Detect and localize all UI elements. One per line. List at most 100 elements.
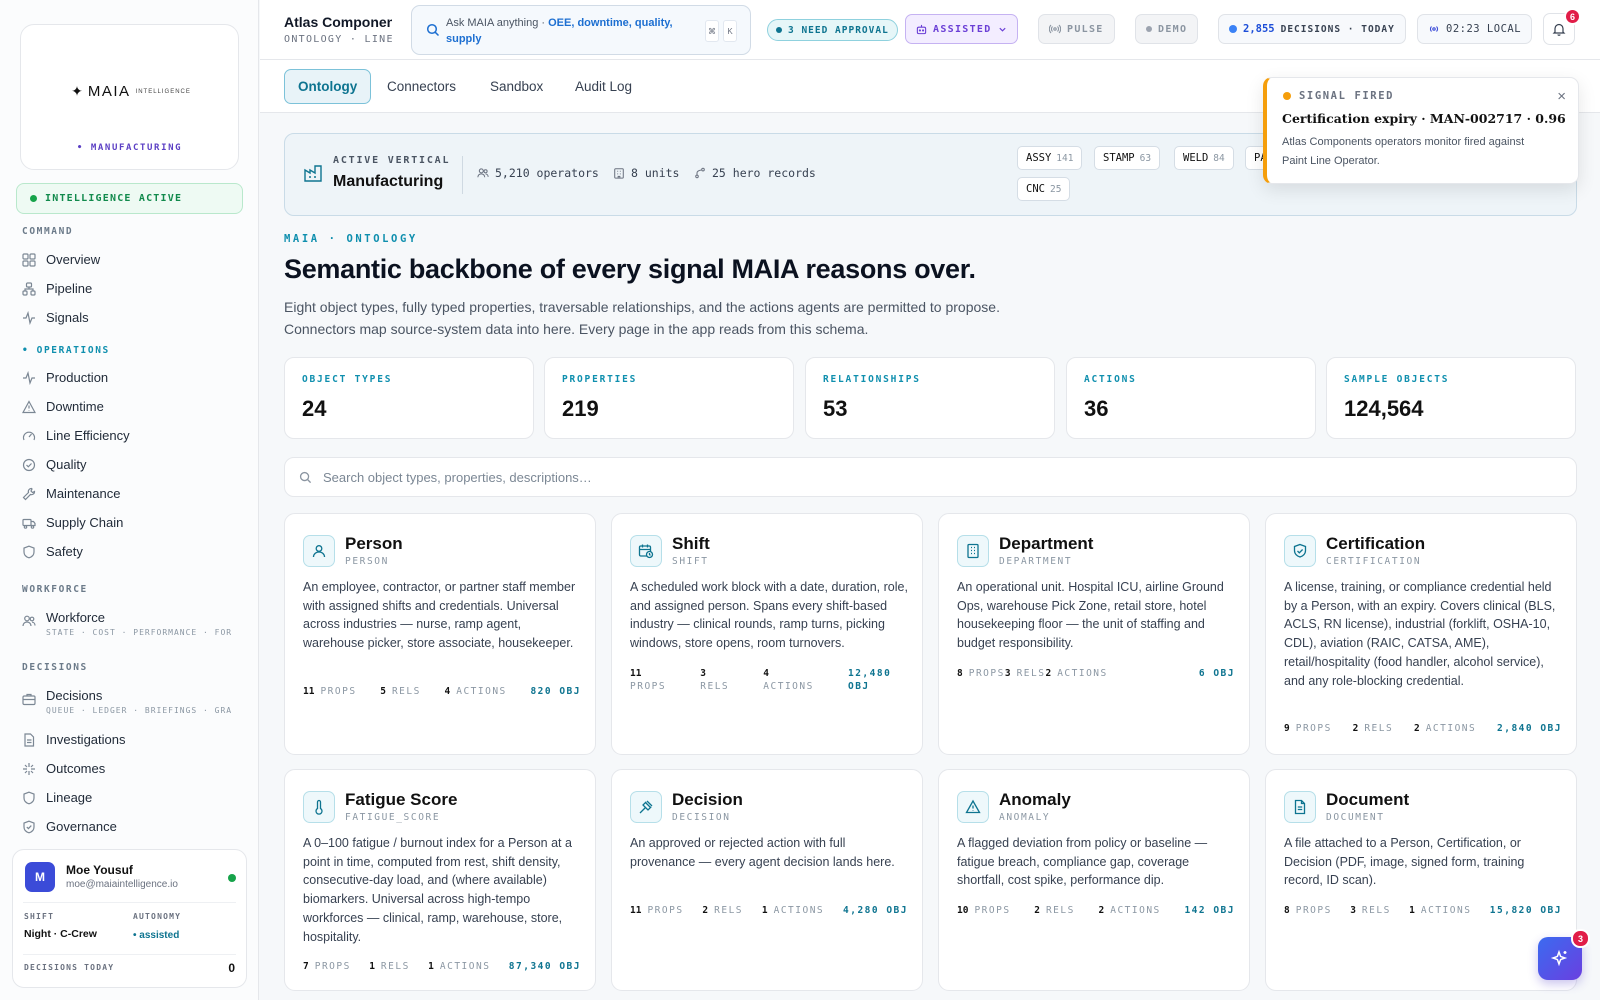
object-card-decision[interactable]: Decision DECISION An approved or rejecte… <box>611 769 923 991</box>
brand-card[interactable]: ✦ MAIA INTELLIGENCE • MANUFACTURING <box>20 24 239 170</box>
unit-chip-weld[interactable]: WELD 84 <box>1174 146 1234 170</box>
demo-toggle[interactable]: DEMO <box>1135 14 1199 44</box>
unit-chip-assy[interactable]: ASSY 141 <box>1017 146 1083 170</box>
ontology-search-input[interactable] <box>323 466 1523 488</box>
status-dot-icon <box>1283 92 1291 100</box>
rels-count: 3 RELS <box>700 668 730 692</box>
sidebar-item-downtime[interactable]: Downtime <box>22 399 240 414</box>
signal-fired-toast[interactable]: SIGNAL FIRED Certification expiry · MAN-… <box>1263 77 1579 184</box>
stat-value: 53 <box>823 396 848 421</box>
assistant-count-badge: 3 <box>1571 929 1590 948</box>
object-card-shift[interactable]: Shift SHIFT A scheduled work block with … <box>611 513 923 755</box>
card-description: A scheduled work block with a date, dura… <box>630 580 908 651</box>
local-clock: 02:23 LOCAL <box>1417 14 1533 44</box>
actions-count: 4 ACTIONS <box>763 668 814 692</box>
tab-sandbox[interactable]: Sandbox <box>477 69 556 104</box>
props-count: 8 PROPS <box>957 668 1005 679</box>
object-card-anomaly[interactable]: Anomaly ANOMALY A flagged deviation from… <box>938 769 1250 991</box>
sidebar-item-decisions[interactable]: Decisions QUEUE · LEDGER · BRIEFINGS · G… <box>22 688 240 715</box>
clock-label: 02:23 LOCAL <box>1446 23 1522 35</box>
sidebar-item-label: Workforce <box>46 610 105 625</box>
card-code: FATIGUE_SCORE <box>345 812 441 823</box>
object-card-department[interactable]: Department DEPARTMENT An operational uni… <box>938 513 1250 755</box>
unit-chip-count: 141 <box>1056 152 1074 164</box>
sidebar-item-line-efficiency[interactable]: Line Efficiency <box>22 428 240 443</box>
object-card-document[interactable]: Document DOCUMENT A file attached to a P… <box>1265 769 1577 991</box>
sidebar-item-maintenance[interactable]: Maintenance <box>22 486 240 501</box>
decisions-today-counter[interactable]: 2,855 DECISIONS · TODAY <box>1218 14 1406 44</box>
sidebar-item-investigations[interactable]: Investigations <box>22 732 240 747</box>
objects-count: 142 OBJ <box>1184 905 1235 916</box>
status-dot-icon <box>776 27 782 33</box>
card-description: An employee, contractor, or partner staf… <box>303 580 576 651</box>
project-title: Atlas Components <box>284 14 392 30</box>
toast-title: Certification expiry · MAN-002717 · 0.96 <box>1282 111 1566 126</box>
object-card-person[interactable]: Person PERSON An employee, contractor, o… <box>284 513 596 755</box>
card-icon-box <box>303 791 335 823</box>
notifications-button[interactable]: 6 <box>1543 8 1581 45</box>
unit-chip-cnc[interactable]: CNC 25 <box>1017 177 1071 201</box>
props-count: 10 PROPS <box>957 905 1011 916</box>
sparkle-icon <box>1550 949 1568 966</box>
hero-records-stat: 25 hero records <box>694 166 816 180</box>
section-decisions: DECISIONS <box>22 662 88 673</box>
user-icon <box>312 545 326 558</box>
sidebar-item-production[interactable]: Production <box>22 370 240 385</box>
card-code: ANOMALY <box>999 812 1051 823</box>
hero-records-value: 25 hero records <box>712 166 816 180</box>
section-workforce: WORKFORCE <box>22 584 88 595</box>
actions-count: 1 ACTIONS <box>761 905 825 916</box>
sidebar-item-workforce[interactable]: Workforce STATE · COST · PERFORMANCE · F… <box>22 610 240 637</box>
sidebar-item-safety[interactable]: Safety <box>22 544 240 559</box>
kbd-k: K <box>723 20 737 42</box>
sidebar-item-outcomes[interactable]: Outcomes <box>22 761 240 776</box>
actions-count: 2 ACTIONS <box>1098 905 1161 916</box>
assistant-button[interactable]: 3 <box>1538 929 1590 980</box>
unit-chip-code: STAMP <box>1103 152 1135 164</box>
object-card-certification[interactable]: Certification CERTIFICATION A license, t… <box>1265 513 1577 755</box>
broadcast-icon <box>1049 24 1061 34</box>
object-card-fatigue-score[interactable]: Fatigue Score FATIGUE_SCORE A 0–100 fati… <box>284 769 596 991</box>
sidebar-item-supply-chain[interactable]: Supply Chain <box>22 515 240 530</box>
unit-chip-code: WELD <box>1183 152 1209 164</box>
autonomy-mode-dropdown[interactable]: ASSISTED <box>905 14 1018 44</box>
card-icon-box <box>957 535 989 567</box>
sidebar-item-signals[interactable]: Signals <box>22 310 240 325</box>
tab-connectors[interactable]: Connectors <box>374 69 469 104</box>
unit-chip-stamp[interactable]: STAMP 63 <box>1094 146 1161 170</box>
rels-count: 3 RELS <box>1004 668 1046 679</box>
ontology-search[interactable] <box>284 457 1577 497</box>
units-value: 8 units <box>631 166 680 180</box>
card-description: A flagged deviation from policy or basel… <box>957 836 1208 888</box>
user-card[interactable]: M Moe Yousuf moe@maiaintelligence.io SHI… <box>12 849 247 988</box>
ask-maia-input[interactable]: Ask MAIA anything · OEE, downtime, quali… <box>411 5 751 55</box>
sidebar-item-label: Overview <box>46 252 101 267</box>
sidebar-item-governance[interactable]: Governance <box>22 819 240 834</box>
need-approval-badge[interactable]: 3 NEED APPROVAL <box>767 19 898 41</box>
rels-count: 5 RELS <box>380 686 421 697</box>
close-icon[interactable]: × <box>1557 88 1566 105</box>
pulse-toggle[interactable]: PULSE <box>1038 14 1115 44</box>
gavel-icon <box>639 800 653 814</box>
card-code: CERTIFICATION <box>1326 556 1422 567</box>
sidebar-item-label: Signals <box>46 310 89 325</box>
sidebar-item-overview[interactable]: Overview <box>22 252 240 267</box>
sidebar-item-pipeline[interactable]: Pipeline <box>22 281 240 296</box>
sparkle-icon <box>23 762 35 775</box>
sidebar-item-lineage[interactable]: Lineage <box>22 790 240 805</box>
stat-value: 36 <box>1084 396 1109 421</box>
active-vertical-label: ACTIVE VERTICAL <box>333 155 451 166</box>
bell-icon <box>1552 23 1566 36</box>
rels-count: 3 RELS <box>1350 905 1391 916</box>
check-circle-icon <box>22 458 36 471</box>
warning-icon <box>965 799 981 814</box>
sidebar-item-label: Lineage <box>46 790 93 805</box>
tab-audit-log[interactable]: Audit Log <box>562 69 645 104</box>
page-eyebrow: MAIA · ONTOLOGY <box>284 233 418 245</box>
sidebar-item-quality[interactable]: Quality <box>22 457 240 472</box>
warning-icon <box>22 399 36 413</box>
rels-count: 2 RELS <box>1034 905 1075 916</box>
card-meta: 9 PROPS 2 RELS 2 ACTIONS 2,840 OBJ <box>1284 723 1562 734</box>
broadcast-icon <box>1429 26 1439 32</box>
tab-ontology[interactable]: Ontology <box>284 69 372 104</box>
